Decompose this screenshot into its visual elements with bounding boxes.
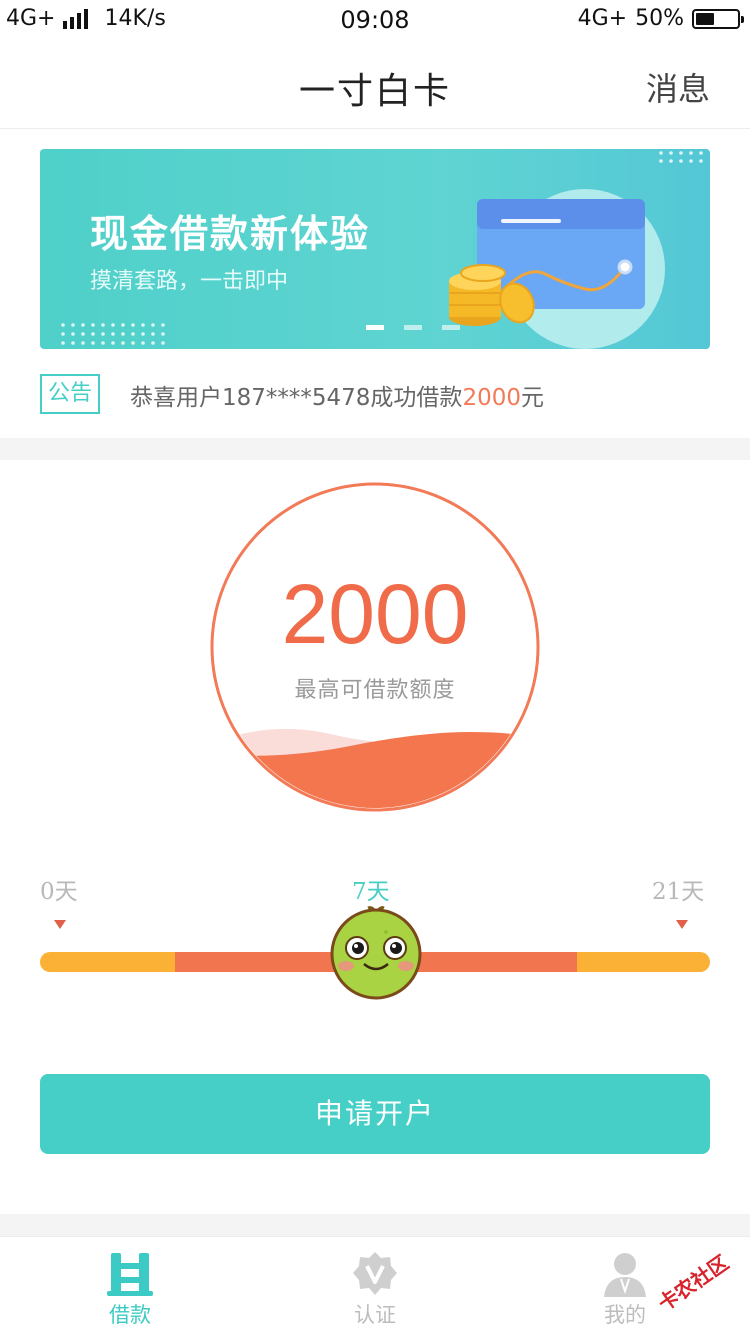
battery-level	[696, 12, 714, 25]
banner-subtitle: 摸清套路，一击即中	[90, 269, 289, 294]
kanong-watermark-logo: 卡农社区	[654, 1250, 733, 1316]
dot-pattern-decoration	[61, 323, 165, 345]
status-bar: 4G+ 14K/s 09:08 4G+ 50%	[0, 0, 750, 40]
credit-amount-label: 最高可借款额度	[294, 678, 456, 703]
section-divider	[0, 438, 750, 460]
network-type-right: 4G+	[577, 6, 628, 31]
page-title: 一寸白卡	[298, 71, 451, 112]
announcement-tag: 公告	[40, 374, 100, 414]
announcement-suffix: 元	[520, 385, 544, 411]
messages-button[interactable]: 消息	[646, 64, 710, 110]
credit-amount: 2000	[281, 567, 469, 661]
bottom-tab-bar: 借款 认证 我的	[0, 1236, 750, 1335]
banner-title: 现金借款新体验	[90, 212, 371, 256]
user-profile-icon	[604, 1253, 646, 1297]
section-divider	[0, 1214, 750, 1236]
frog-slider-thumb-icon[interactable]	[326, 902, 426, 1002]
tab-label: 借款	[109, 1303, 151, 1327]
battery-icon	[692, 8, 744, 29]
banner-pagination	[366, 325, 460, 330]
apply-account-button[interactable]: 申请开户	[40, 1074, 710, 1154]
term-min-label: 0天	[40, 879, 78, 905]
status-right: 4G+ 50%	[577, 6, 744, 31]
tab-label: 认证	[354, 1303, 396, 1327]
pagination-dot[interactable]	[442, 325, 460, 330]
verify-badge-icon	[353, 1252, 397, 1295]
announcement-text: 恭喜用户187****5478成功借款2000元	[130, 378, 544, 412]
promo-banner[interactable]: 现金借款新体验 摸清套路，一击即中	[40, 149, 710, 349]
watermark-text: 卡农社区	[654, 1250, 733, 1316]
battery-percent: 50%	[635, 6, 684, 31]
tab-loan[interactable]: 借款	[5, 1237, 255, 1335]
tab-verify[interactable]: 认证	[250, 1237, 500, 1335]
announcement-bar: 公告 恭喜用户187****5478成功借款2000元	[40, 372, 730, 416]
card-coins-illustration	[449, 189, 665, 349]
nav-bar: 一寸白卡 消息	[0, 40, 750, 129]
dot-pattern-decoration	[659, 151, 703, 163]
loan-icon	[107, 1253, 153, 1296]
pagination-dot[interactable]	[366, 325, 384, 330]
announcement-amount: 2000	[462, 385, 521, 411]
max-marker-icon	[676, 920, 688, 929]
min-marker-icon	[54, 920, 66, 929]
announcement-prefix: 恭喜用户187****5478成功借款	[130, 385, 463, 411]
term-current-label: 7天	[352, 879, 390, 905]
pagination-dot[interactable]	[404, 325, 422, 330]
term-max-label: 21天	[652, 879, 705, 905]
